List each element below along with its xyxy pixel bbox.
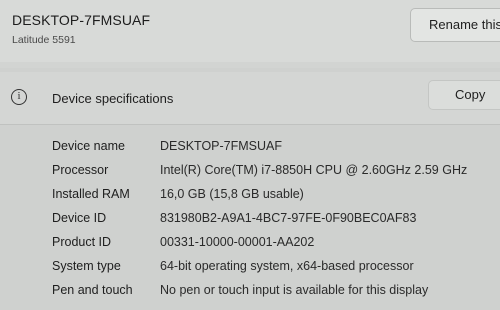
spec-row-device-name: Device name DESKTOP-7FMSUAF <box>0 139 500 163</box>
spec-value: DESKTOP-7FMSUAF <box>160 139 283 153</box>
spec-label: System type <box>52 259 121 273</box>
spec-label: Product ID <box>52 235 112 249</box>
spec-row-product-id: Product ID 00331-10000-00001-AA202 <box>0 235 500 259</box>
info-icon: i <box>11 89 27 105</box>
spec-value: Intel(R) Core(TM) i7-8850H CPU @ 2.60GHz… <box>160 163 468 177</box>
device-model: Latitude 5591 <box>12 34 76 46</box>
device-specifications-title: Device specifications <box>52 91 174 106</box>
spec-label: Device ID <box>52 211 107 225</box>
spec-row-installed-ram: Installed RAM 16,0 GB (15,8 GB usable) <box>0 187 500 211</box>
spec-row-processor: Processor Intel(R) Core(TM) i7-8850H CPU… <box>0 163 500 187</box>
spec-row-system-type: System type 64-bit operating system, x64… <box>0 259 500 283</box>
spec-label: Device name <box>52 139 125 153</box>
spec-row-pen-and-touch: Pen and touch No pen or touch input is a… <box>0 283 500 307</box>
spec-value: No pen or touch input is available for t… <box>160 283 429 297</box>
copy-button[interactable]: Copy <box>428 80 500 110</box>
spec-value: 64-bit operating system, x64-based proce… <box>160 259 414 273</box>
spec-label: Processor <box>52 163 109 177</box>
spec-label: Installed RAM <box>52 187 130 201</box>
spec-label: Pen and touch <box>52 283 133 297</box>
spec-value: 831980B2-A9A1-4BC7-97FE-0F90BEC0AF83 <box>160 211 417 225</box>
device-title: DESKTOP-7FMSUAF <box>12 12 151 28</box>
rename-button[interactable]: Rename this <box>410 8 500 42</box>
spec-row-device-id: Device ID 831980B2-A9A1-4BC7-97FE-0F90BE… <box>0 211 500 235</box>
spec-value: 00331-10000-00001-AA202 <box>160 235 315 249</box>
spec-value: 16,0 GB (15,8 GB usable) <box>160 187 304 201</box>
